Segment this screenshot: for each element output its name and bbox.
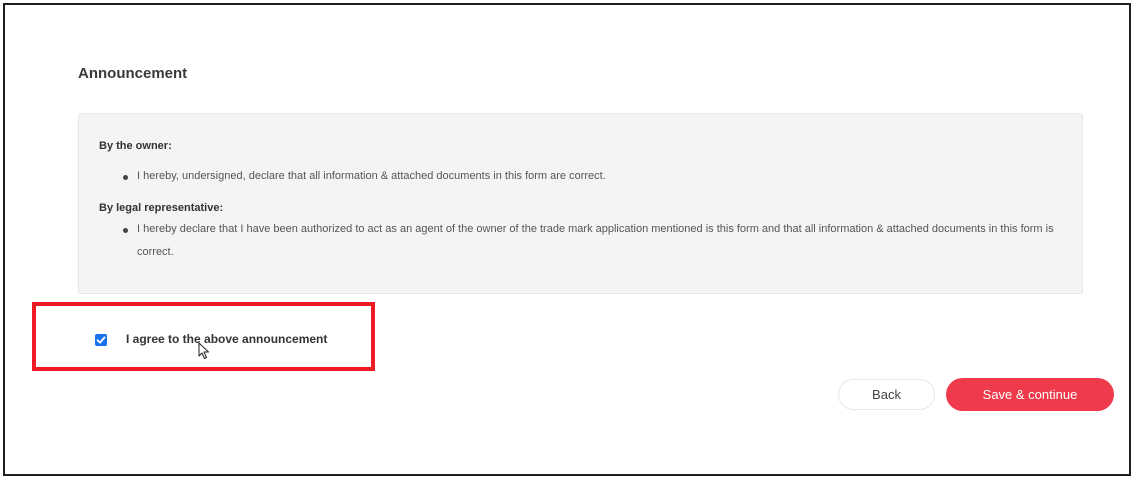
announcement-panel: By the owner: I hereby, undersigned, dec… — [78, 113, 1083, 294]
checkmark-icon — [96, 336, 106, 344]
owner-statement: I hereby, undersigned, declare that all … — [137, 170, 606, 182]
screenshot-frame: Announcement By the owner: I hereby, und… — [3, 3, 1131, 476]
agree-label[interactable]: I agree to the above announcement — [126, 332, 327, 346]
agree-checkbox[interactable] — [95, 334, 107, 346]
save-continue-button[interactable]: Save & continue — [946, 378, 1114, 411]
bullet-icon — [123, 228, 128, 233]
legal-representative-statement: I hereby declare that I have been author… — [137, 223, 1054, 258]
legal-representative-heading: By legal representative: — [99, 202, 224, 214]
mouse-pointer-icon — [198, 342, 209, 359]
owner-heading: By the owner: — [99, 140, 172, 152]
back-button[interactable]: Back — [838, 379, 935, 410]
bullet-icon — [123, 175, 128, 180]
page-title: Announcement — [78, 65, 188, 82]
